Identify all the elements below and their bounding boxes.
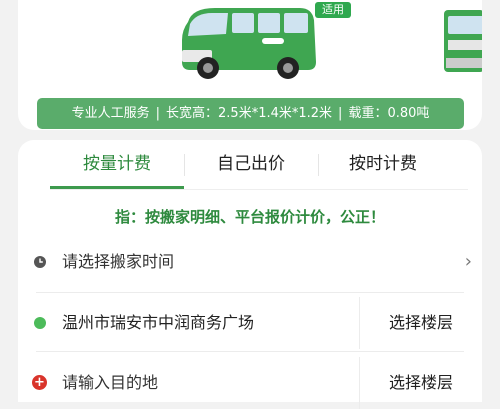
van-image[interactable] <box>170 0 320 82</box>
destination-placeholder[interactable]: 请输入目的地 <box>62 357 158 409</box>
spec-load: 载重：0.80吨 <box>348 106 430 121</box>
origin-row[interactable]: 温州市瑞安市中润商务广场 选择楼层 <box>18 297 482 349</box>
chevron-right-icon: › <box>464 251 472 272</box>
destination-plus-icon: + <box>32 375 47 390</box>
row-divider <box>36 292 464 293</box>
spec-separator: | <box>338 106 343 121</box>
move-time-placeholder: 请选择搬家时间 <box>62 252 175 271</box>
spec-separator: | <box>155 106 161 121</box>
spec-dimensions: 长宽高：2.5米*1.4米*1.2米 <box>166 106 333 121</box>
move-time-row[interactable]: 请选择搬家时间 › <box>18 236 482 288</box>
destination-row[interactable]: + 请输入目的地 选择楼层 <box>18 357 482 409</box>
applicable-badge: 适用 <box>315 2 351 18</box>
tabs-divider <box>50 189 468 190</box>
pricing-notice: 指：按搬家明细、平台报价计价，公正！ <box>114 208 385 226</box>
row-divider <box>36 351 464 352</box>
vehicle-spec-bar: 专业人工服务 | 长宽高：2.5米*1.4米*1.2米 | 载重：0.80吨 <box>37 98 464 129</box>
destination-floor-button[interactable]: 选择楼层 <box>359 357 482 409</box>
clock-icon <box>34 256 46 268</box>
spec-service: 专业人工服务 <box>71 106 150 121</box>
truck-image[interactable] <box>440 0 482 82</box>
tab-hourly-pricing[interactable]: 按时计费 <box>318 140 448 188</box>
tab-own-bid[interactable]: 自己出价 <box>184 140 318 188</box>
origin-dot-icon <box>34 317 46 329</box>
origin-address[interactable]: 温州市瑞安市中润商务广场 <box>62 297 254 349</box>
origin-floor-button[interactable]: 选择楼层 <box>359 297 482 349</box>
tab-volume-pricing[interactable]: 按量计费 <box>50 140 184 188</box>
